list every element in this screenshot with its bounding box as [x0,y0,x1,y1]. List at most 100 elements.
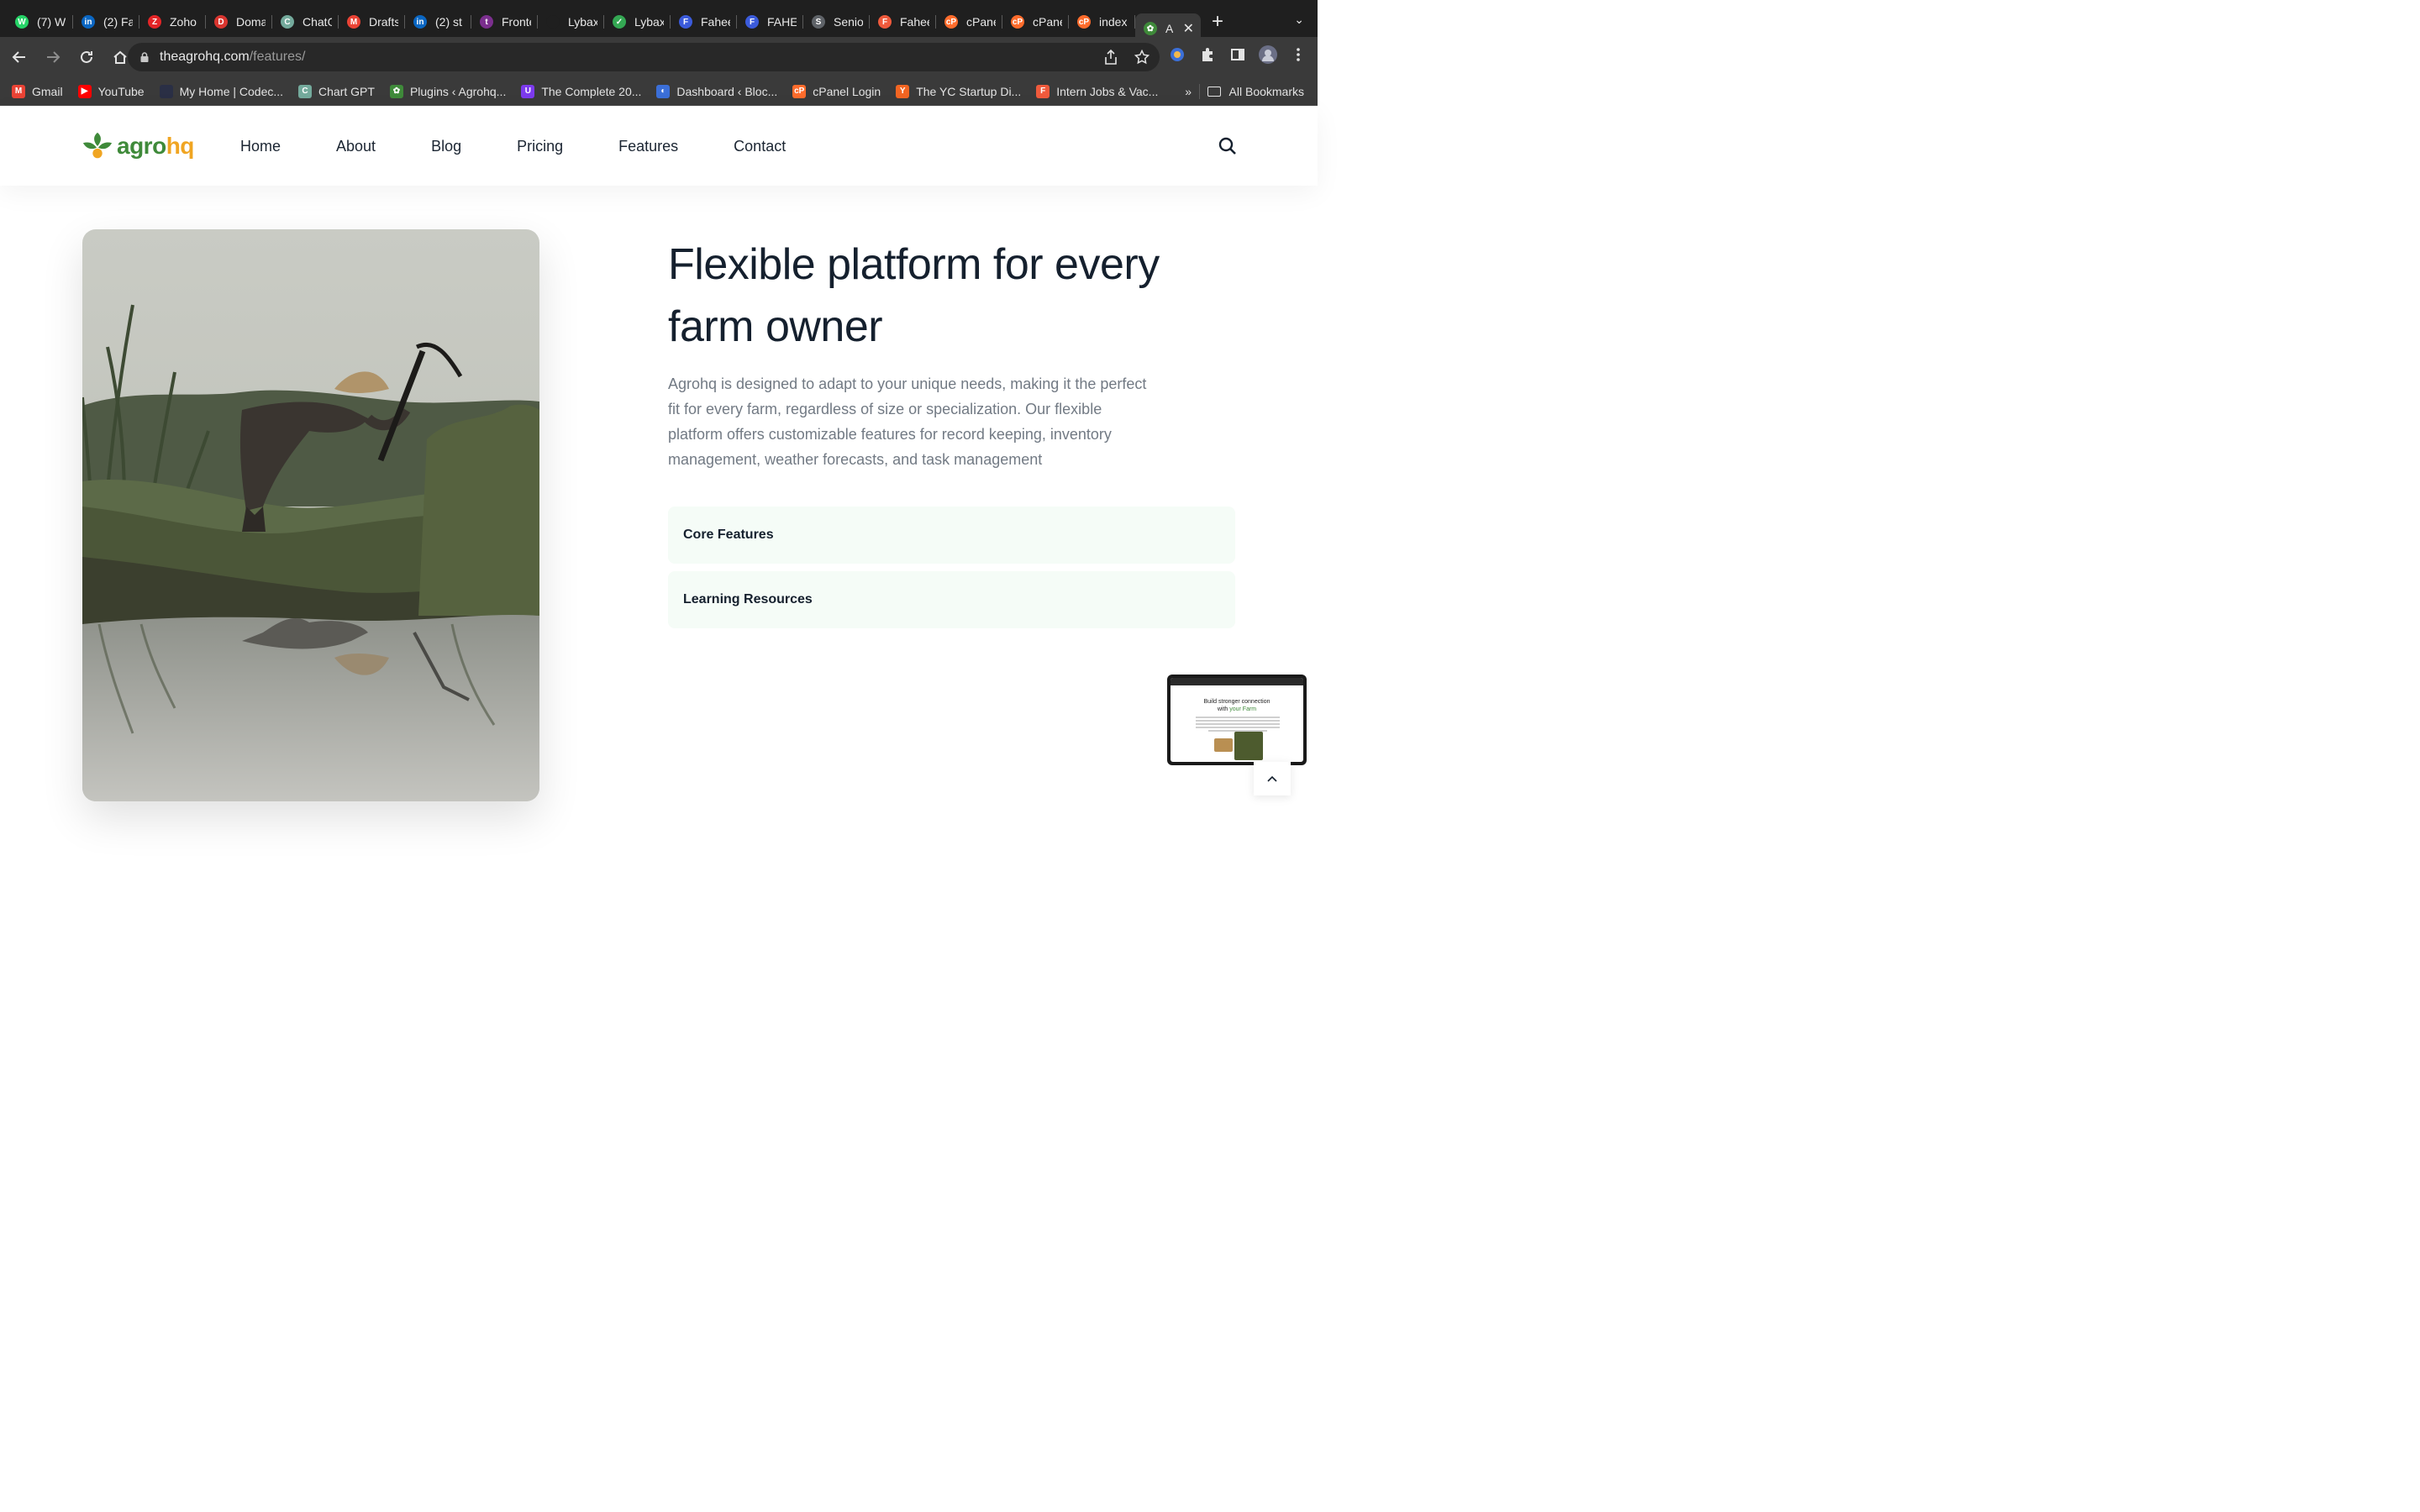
forward-button[interactable] [39,43,67,71]
tab-favicon-icon: Z [148,15,161,29]
share-icon[interactable] [1104,50,1118,65]
bookmark-item[interactable]: U The Complete 20... [521,84,642,98]
tab-title: Fahee [900,15,929,29]
logo-part-agro: agro [117,133,166,159]
arrow-right-icon [47,51,60,63]
browser-tab[interactable]: cP cPane [1002,7,1069,37]
browser-tab[interactable]: D Doma [206,7,272,37]
bookmark-item[interactable]: ▶ YouTube [77,84,145,98]
tab-favicon-icon: D [214,15,228,29]
tab-title: (2) Fa [103,15,133,29]
bookmark-favicon-icon: C [298,84,313,98]
tab-favicon-icon: W [15,15,29,29]
browser-tab[interactable]: S Senio [803,7,870,37]
browser-tab[interactable]: C ChatG [272,7,339,37]
preview-image-large [1234,732,1263,760]
bookmark-label: Plugins ‹ Agrohq... [409,84,507,98]
all-bookmarks-button[interactable]: All Bookmarks [1207,85,1304,98]
bookmark-favicon-icon: Y [896,84,910,98]
tab-favicon-icon: cP [1011,15,1024,29]
browser-tab[interactable]: F Fahee [870,7,936,37]
browser-toolbar: theagrohq.com/features/ [0,37,1318,77]
picture-in-picture-preview[interactable]: Build stronger connection with your Farm [1167,675,1307,765]
browser-tab[interactable]: ✓ Lybax [604,7,671,37]
preview-text-lines [1196,717,1280,733]
bookmark-label: Chart GPT [318,84,375,98]
bookmark-item[interactable]: My Home | Codec... [159,84,284,98]
bookmark-label: The Complete 20... [541,84,642,98]
back-button[interactable] [5,43,34,71]
bookmarks-bar: M Gmail ▶ YouTube My Home | Codec... C Chart G… [0,77,1318,106]
reload-button[interactable] [72,43,101,71]
tab-favicon-icon: F [745,15,759,29]
agrohq-favicon-icon: ✿ [1144,22,1157,35]
bookmarks-overflow-button[interactable]: » [1185,85,1192,98]
profile-avatar[interactable] [1259,45,1277,64]
tab-favicon-icon: in [413,15,427,29]
browser-tab[interactable]: W (7) W [7,7,73,37]
nav-link-contact[interactable]: Contact [734,138,786,155]
url-host: theagrohq.com [160,50,250,64]
browser-tab[interactable]: Z Zoho [139,7,206,37]
bookmark-item[interactable]: ✿ Plugins ‹ Agrohq... [389,84,507,98]
browser-tab[interactable]: in (2) Fa [73,7,139,37]
new-tab-button[interactable]: + [1201,7,1234,37]
search-icon[interactable] [1218,137,1237,155]
browser-tab[interactable]: cP index [1069,7,1135,37]
bookmark-item[interactable]: cP cPanel Login [792,84,881,98]
bookmark-item[interactable]: ◐ Dashboard ‹ Bloc... [656,84,777,98]
nav-link-about[interactable]: About [336,138,376,155]
tab-search-chevron-icon[interactable]: ⌄ [1294,13,1304,27]
nav-link-home[interactable]: Home [240,138,281,155]
logo-wordmark: agrohq [117,133,194,160]
browser-tab[interactable]: M Drafts [339,7,405,37]
browser-tab[interactable]: F FAHEI [737,7,803,37]
address-bar[interactable]: theagrohq.com/features/ [128,43,1160,71]
bookmark-item[interactable]: Y The YC Startup Di... [896,84,1021,98]
browser-tab[interactable]: F Fahee [671,7,737,37]
browser-tab[interactable]: t Fronte [471,7,538,37]
accordion-core-features-label: Core Features [683,528,774,542]
tab-favicon-icon [546,15,560,29]
bookmark-item[interactable]: F Intern Jobs & Vac... [1036,84,1158,98]
bookmark-label: My Home | Codec... [179,84,284,98]
preview-line-1: Build stronger connection [1203,699,1270,705]
bookmark-item[interactable]: M Gmail [12,84,63,98]
site-header: agrohq Home About Blog Pricing Features Conta… [0,107,1318,186]
tab-title: ChatG [302,15,332,29]
all-bookmarks-label: All Bookmarks [1228,84,1304,98]
nav-link-features[interactable]: Features [618,138,678,155]
nav-link-blog[interactable]: Blog [431,138,461,155]
tab-favicon-icon: cP [1077,15,1091,29]
bookmark-favicon-icon: ▶ [77,84,92,98]
accordion-learning-resources[interactable]: Learning Resources [668,571,1235,628]
side-panel-icon[interactable] [1228,45,1247,64]
close-tab-icon[interactable]: ✕ [1183,20,1194,37]
bookmark-star-icon[interactable] [1134,50,1150,65]
bookmark-favicon-icon: U [521,84,535,98]
tab-favicon-icon: ✓ [613,15,626,29]
bookmark-favicon-icon: ✿ [389,84,403,98]
logo-part-hq: hq [166,133,195,159]
bookmarks-list: M Gmail ▶ YouTube My Home | Codec... C Chart G… [12,84,1173,98]
scroll-to-top-button[interactable] [1254,762,1291,795]
browser-tab[interactable]: in (2) st [405,7,471,37]
browser-tab[interactable]: Lybax [538,7,604,37]
bookmark-item[interactable]: C Chart GPT [298,84,375,98]
lock-icon [140,52,149,62]
accordion-core-features[interactable]: Core Features [668,507,1235,564]
browser-tab[interactable]: cP cPane [936,7,1002,37]
tab-favicon-icon: in [82,15,95,29]
preview-headline: Build stronger connection with your Farm [1171,698,1303,713]
tab-title: Lybax [634,15,664,29]
extensions-puzzle-icon[interactable] [1198,45,1217,64]
nav-link-pricing[interactable]: Pricing [517,138,563,155]
preview-line-2a: with [1217,706,1230,712]
extension-shield-icon[interactable] [1168,45,1186,64]
tab-title: Lybax [568,15,597,29]
url-text[interactable]: theagrohq.com/features/ [160,50,305,65]
browser-menu-kebab-icon[interactable] [1289,45,1307,64]
preview-line-2b: your Farm [1229,706,1257,712]
site-logo[interactable]: agrohq [82,130,194,162]
leaf-logo-icon [82,132,113,159]
